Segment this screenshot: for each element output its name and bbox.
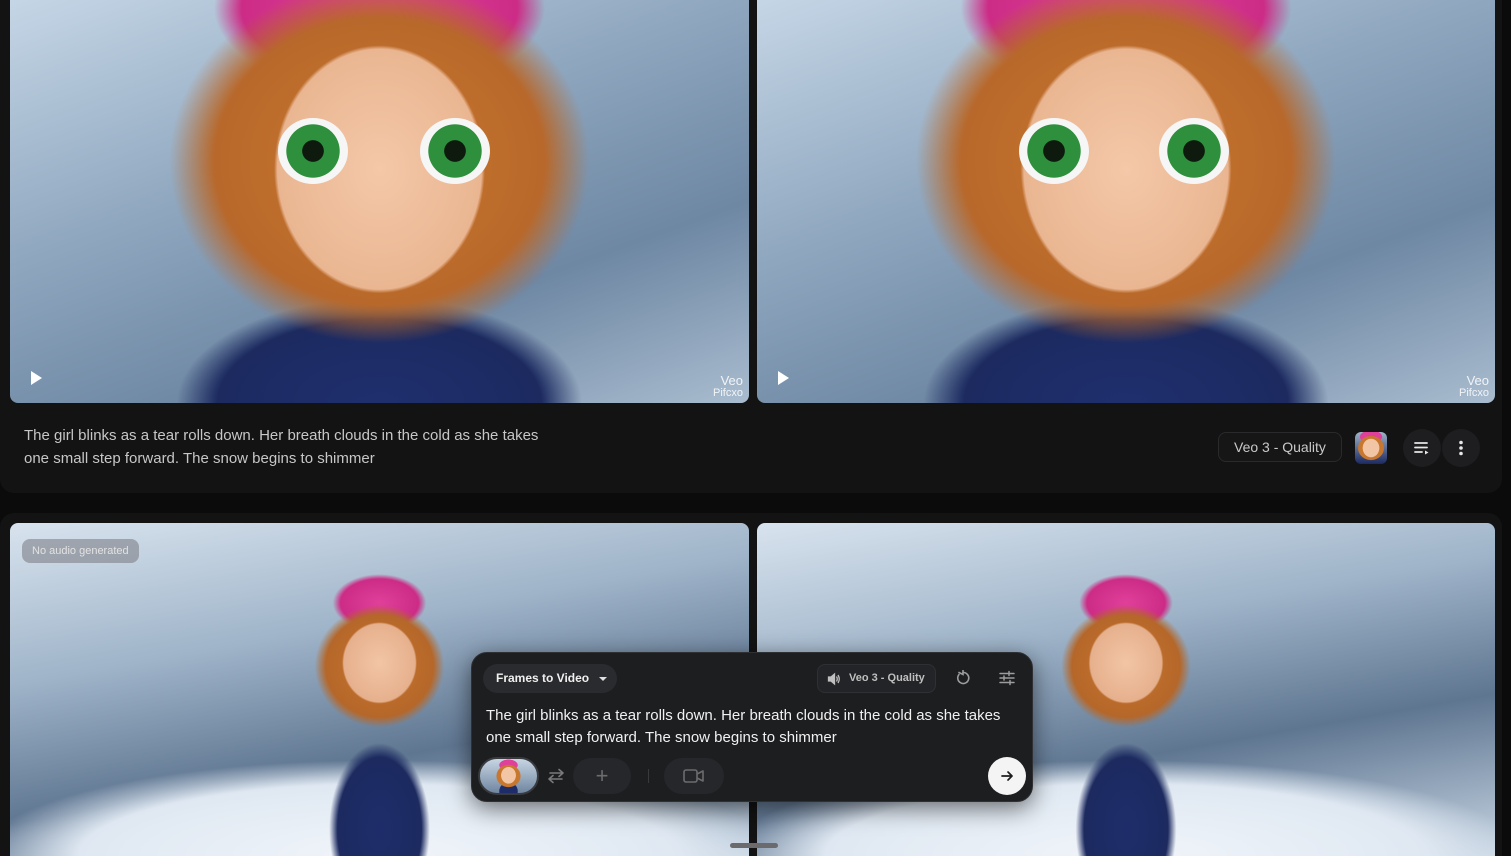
mode-label: Frames to Video <box>496 671 590 685</box>
model-label: Veo 3 - Quality <box>849 672 925 684</box>
chevron-down-icon <box>599 677 608 681</box>
video-tile-1[interactable]: Veo Pifcxo <box>10 0 749 403</box>
play-icon[interactable] <box>30 371 44 385</box>
right-eye <box>420 118 490 184</box>
left-eye <box>1019 118 1089 184</box>
add-end-frame-button[interactable]: + <box>573 758 631 794</box>
video-extend-icon <box>683 769 704 783</box>
settings-button[interactable] <box>993 664 1021 692</box>
send-button[interactable] <box>988 757 1026 795</box>
right-eye <box>1159 118 1229 184</box>
start-frame-thumbnail[interactable] <box>478 757 539 795</box>
prompt-input[interactable]: The girl blinks as a tear rolls down. He… <box>486 705 1016 749</box>
reset-button[interactable] <box>949 664 977 692</box>
swap-icon <box>548 768 564 784</box>
scroll-handle[interactable] <box>730 843 778 848</box>
left-eye <box>278 118 348 184</box>
reference-thumbnail[interactable] <box>1355 432 1387 464</box>
tune-icon <box>999 670 1015 686</box>
page: Veo Pifcxo Veo Pifcxo The girl blinks as… <box>0 0 1511 856</box>
video-frame-image <box>10 0 749 403</box>
prompt-composer: Frames to Video Veo 3 - Quality The girl… <box>471 652 1033 802</box>
divider <box>648 769 649 783</box>
extend-video-button[interactable] <box>664 758 724 794</box>
model-selector[interactable]: Veo 3 - Quality <box>817 664 936 693</box>
speaker-icon <box>827 672 840 686</box>
swap-frames-button[interactable] <box>542 762 570 790</box>
more-options-button[interactable] <box>1442 429 1480 467</box>
list-icon <box>1414 442 1429 455</box>
reset-icon <box>956 670 970 685</box>
no-audio-badge: No audio generated <box>22 539 139 563</box>
result-prompt-text: The girl blinks as a tear rolls down. He… <box>24 427 539 467</box>
model-chip: Veo 3 - Quality <box>1218 432 1342 462</box>
mode-dropdown[interactable]: Frames to Video <box>483 664 618 693</box>
video-frame-image <box>757 0 1495 403</box>
watermark: Veo Pifcxo <box>713 373 743 399</box>
play-icon[interactable] <box>777 371 791 385</box>
list-button[interactable] <box>1403 429 1441 467</box>
watermark: Veo Pifcxo <box>1459 373 1489 399</box>
arrow-right-icon <box>1001 771 1013 781</box>
more-vertical-icon <box>1459 440 1463 456</box>
add-icon: + <box>595 763 609 788</box>
video-tile-2[interactable]: Veo Pifcxo <box>757 0 1495 403</box>
